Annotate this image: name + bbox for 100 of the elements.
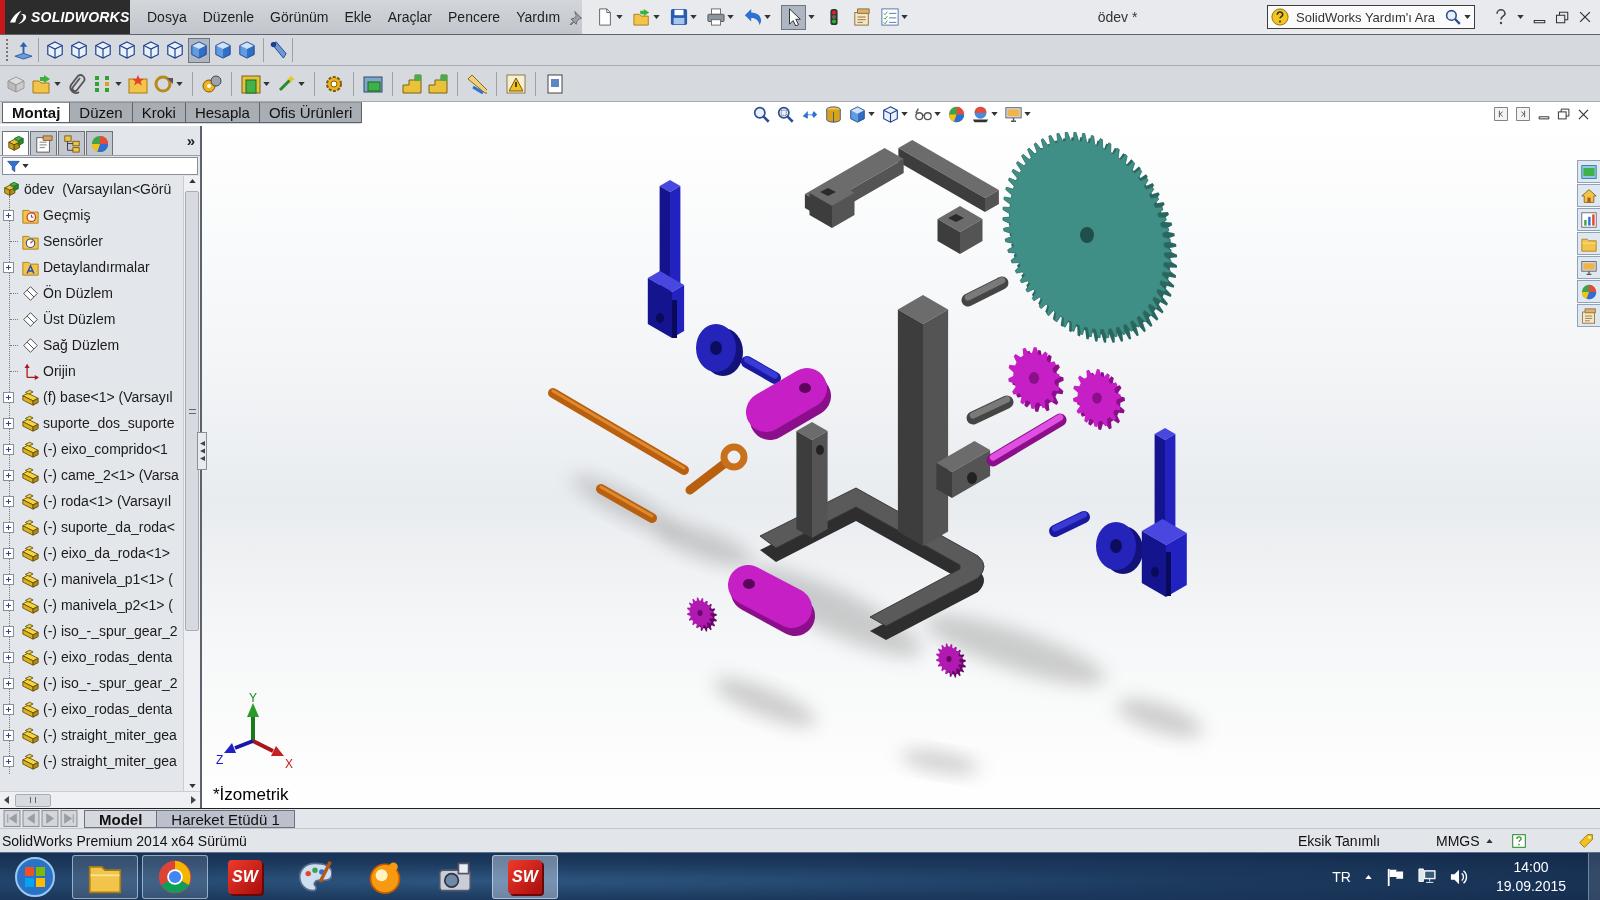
caret-icon[interactable] (764, 15, 771, 19)
pen-icon[interactable] (269, 41, 287, 59)
caret-icon[interactable] (1485, 838, 1493, 843)
cylinder-icon[interactable] (825, 105, 843, 123)
split-view-icon[interactable] (1493, 106, 1509, 122)
menu-item[interactable]: Pencere (440, 5, 509, 29)
tree-item[interactable]: (-) straight_miter_gea (43, 727, 177, 743)
search-icon[interactable] (1445, 9, 1461, 25)
menu-item[interactable]: Araçlar (379, 5, 440, 29)
gears-icon[interactable] (202, 73, 222, 94)
paperclip-icon[interactable] (67, 73, 87, 94)
star-box-icon[interactable] (128, 73, 148, 94)
printer-icon[interactable] (707, 8, 725, 26)
network-icon[interactable] (1417, 867, 1436, 886)
expand-icon[interactable] (3, 417, 14, 429)
caret-icon[interactable] (727, 15, 734, 19)
caret-icon[interactable] (901, 112, 909, 116)
scroll-thumb[interactable] (185, 191, 199, 631)
expand-icon[interactable] (3, 755, 14, 767)
scroll-thumb[interactable] (15, 793, 51, 807)
caret-icon[interactable] (22, 164, 29, 168)
cube-icon[interactable] (882, 105, 900, 123)
caret-icon[interactable] (690, 15, 697, 19)
caret-icon[interactable] (653, 15, 660, 19)
magnifier-icon[interactable] (777, 105, 795, 123)
clipboard-icon[interactable] (853, 8, 871, 26)
command-tab[interactable]: Hesapla (184, 102, 260, 123)
monitor-icon[interactable] (1005, 105, 1023, 123)
more-tabs-button[interactable]: » (181, 132, 200, 149)
caret-icon[interactable] (901, 15, 908, 19)
expand-icon[interactable] (3, 209, 14, 221)
vertical-scrollbar[interactable] (183, 176, 200, 791)
arrow-plane-icon[interactable] (14, 40, 33, 60)
gear-icon[interactable] (324, 73, 344, 94)
expand-icon[interactable] (3, 625, 14, 637)
expand-icon[interactable] (3, 495, 14, 507)
caret-icon[interactable] (176, 81, 183, 86)
tree-item[interactable]: (-) iso_-_spur_gear_2 (43, 623, 178, 639)
tree-item[interactable]: Orijin (43, 363, 76, 379)
tree-item[interactable]: Ön Düzlem (43, 285, 114, 301)
checklist-icon[interactable] (881, 8, 899, 26)
close-icon[interactable] (1577, 107, 1590, 121)
menu-item[interactable]: Ekle (336, 5, 380, 29)
menu-item[interactable]: Dosya (139, 5, 195, 29)
speaker-icon[interactable] (1449, 867, 1468, 886)
tree-item[interactable]: (-) manivela_p2<1> ( (43, 597, 173, 613)
caret-icon[interactable] (616, 15, 623, 19)
caret-icon[interactable] (263, 81, 270, 86)
tree-item[interactable]: (-) iso_-_spur_gear_2 (43, 675, 178, 691)
tag-icon[interactable] (1578, 832, 1594, 849)
split-view-icon[interactable] (1515, 106, 1531, 122)
document-icon[interactable] (596, 8, 614, 26)
caret-icon[interactable] (808, 15, 815, 19)
color-ball-icon[interactable] (948, 105, 966, 123)
tree-item[interactable]: (-) manivela_p1<1> ( (43, 571, 173, 587)
pushpin-icon[interactable] (568, 9, 584, 25)
caret-icon[interactable] (1517, 15, 1524, 19)
bottom-tab[interactable]: Hareket Etüdü 1 (156, 809, 295, 828)
help-icon[interactable] (1493, 9, 1509, 25)
taskbar-app-button[interactable]: SW (492, 854, 558, 899)
units-button[interactable]: MMGS (1436, 832, 1480, 849)
panel-collapse-handle[interactable] (197, 432, 207, 470)
caret-icon[interactable] (934, 112, 942, 116)
command-tab[interactable]: Ofis Ürünleri (258, 102, 363, 123)
tree-item[interactable]: ödev (Varsayılan<Görü (24, 181, 172, 197)
caret-icon[interactable] (1024, 112, 1032, 116)
expand-icon[interactable] (3, 443, 14, 455)
expand-icon[interactable] (3, 573, 14, 585)
expand-icon[interactable] (3, 729, 14, 741)
taskbar-app-button[interactable]: SW (212, 854, 278, 899)
tree-item[interactable]: Detaylandırmalar (43, 259, 150, 275)
ring-icon[interactable] (154, 73, 174, 94)
tree-item[interactable]: Üst Düzlem (43, 311, 116, 327)
box-icon[interactable] (363, 73, 383, 94)
tree-item[interactable]: (-) suporte_da_roda< (43, 519, 175, 535)
expand-icon[interactable] (3, 261, 14, 273)
command-tab[interactable]: Kroki (131, 102, 186, 123)
tree-item[interactable]: Sensörler (43, 233, 103, 249)
tree-item[interactable]: (-) eixo_comprido<1 (43, 441, 168, 457)
taskbar-app-button[interactable] (72, 854, 138, 899)
ruler-icon[interactable] (467, 73, 487, 94)
caret-icon[interactable] (991, 112, 999, 116)
left-arrow-icon[interactable] (4, 796, 9, 804)
close-icon[interactable] (1578, 10, 1592, 24)
right-arrow-icon[interactable] (191, 796, 196, 804)
expand-icon[interactable] (3, 703, 14, 715)
expand-icon[interactable] (3, 677, 14, 689)
taskbar-app-button[interactable] (142, 854, 208, 899)
tree-item[interactable]: Geçmiş (43, 207, 91, 223)
undo-arrow-icon[interactable] (744, 8, 762, 26)
warning-icon[interactable] (506, 73, 526, 94)
command-tab[interactable]: Montaj (2, 102, 71, 123)
filter-icon[interactable] (7, 159, 20, 173)
caret-icon[interactable] (115, 81, 122, 86)
caret-icon[interactable] (298, 81, 305, 86)
flag-icon[interactable] (1385, 867, 1404, 886)
magnifier-icon[interactable] (753, 105, 771, 123)
tree-item[interactable]: (-) roda<1> (Varsayıl (43, 493, 172, 509)
horizontal-scrollbar[interactable] (0, 791, 200, 808)
cube-icon[interactable] (849, 105, 867, 123)
